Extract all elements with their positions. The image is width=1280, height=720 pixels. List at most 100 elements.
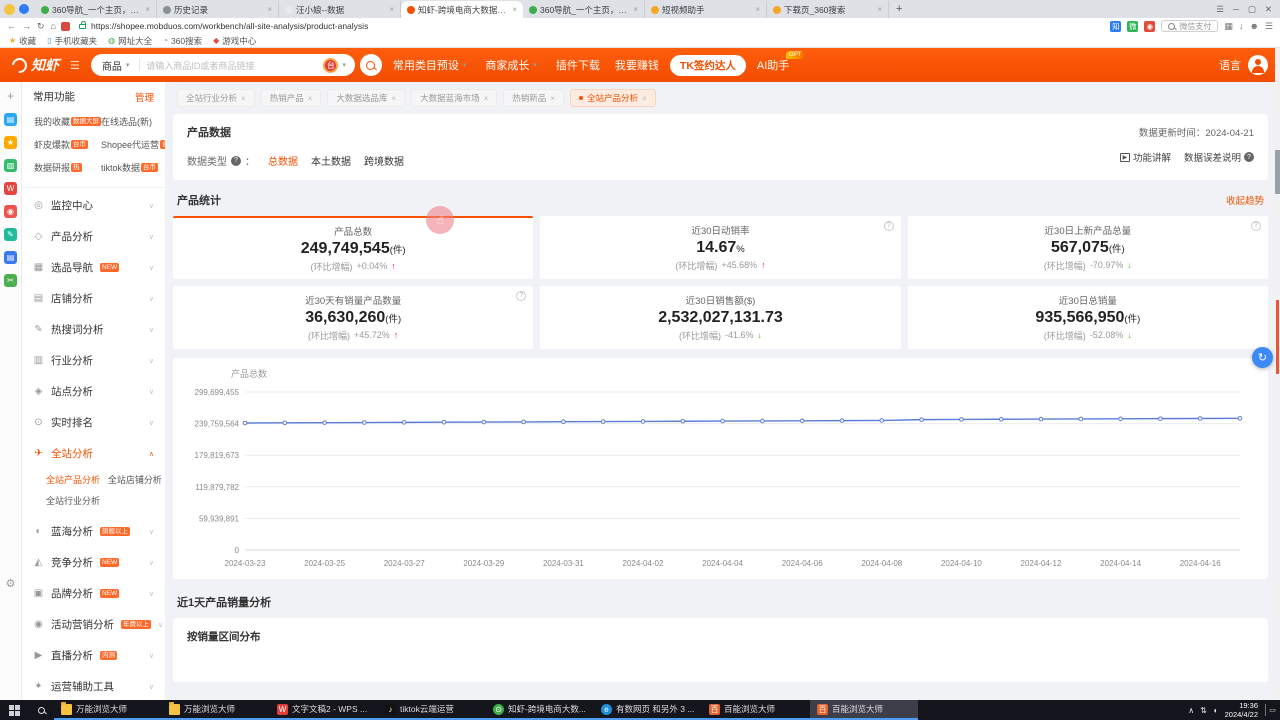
tab-close-icon[interactable]: × bbox=[267, 5, 272, 14]
sidebar-item-行业分析[interactable]: ▥行业分析∨ bbox=[22, 345, 165, 376]
tab-close-icon[interactable]: × bbox=[877, 5, 882, 14]
tab-close-icon[interactable]: × bbox=[633, 5, 638, 14]
info-icon[interactable]: ? bbox=[1251, 221, 1261, 231]
workspace-tab[interactable]: 大数据选品库× bbox=[327, 89, 405, 107]
browser-tab[interactable]: 汪小娘--数据× bbox=[279, 1, 401, 18]
menu-icon[interactable]: ☰ bbox=[1216, 4, 1224, 15]
submenu-item-全站行业分析[interactable]: 全站行业分析 bbox=[46, 490, 108, 511]
search-category-select[interactable]: 商品 bbox=[102, 58, 122, 73]
tab-close-icon[interactable]: × bbox=[484, 94, 489, 103]
panel-favorites-icon[interactable]: ★ bbox=[4, 136, 17, 149]
data-type-option[interactable]: 跨境数据 bbox=[364, 153, 404, 168]
submenu-item-全站店铺分析[interactable]: 全站店铺分析 bbox=[108, 469, 165, 490]
panel-settings-icon[interactable]: ⚙ bbox=[6, 577, 16, 590]
minimize-icon[interactable]: ─ bbox=[1233, 4, 1239, 14]
tab-close-icon[interactable]: × bbox=[755, 5, 760, 14]
sidebar-item-直播分析[interactable]: ▶直播分析内测∨ bbox=[22, 640, 165, 671]
taskbar-app-button[interactable]: ⊙知虾-跨境电商大数... bbox=[486, 700, 594, 720]
quick-link[interactable]: 虾皮爆款台币 bbox=[34, 138, 101, 151]
close-icon[interactable]: ✕ bbox=[1265, 4, 1272, 15]
panel-image-icon[interactable]: ▧ bbox=[4, 159, 17, 172]
sidebar-item-监控中心[interactable]: ◎监控中心∨ bbox=[22, 190, 165, 221]
browser-tab[interactable]: 历史记录× bbox=[157, 1, 279, 18]
panel-record-icon[interactable]: ◉ bbox=[4, 205, 17, 218]
page-scrollbar[interactable] bbox=[1275, 48, 1280, 700]
tab-close-icon[interactable]: × bbox=[512, 5, 517, 14]
panel-doc-icon[interactable]: ▤ bbox=[4, 113, 17, 126]
browser-tab[interactable]: 短视频助手× bbox=[645, 1, 767, 18]
stat-card[interactable]: 近30日动销率14.67%(环比增幅)+45.68%↑? bbox=[540, 216, 900, 279]
stat-card[interactable]: 近30日上新产品总量567,075(件)(环比增幅)-70.97%↓? bbox=[908, 216, 1268, 279]
scrollbar-thumb[interactable] bbox=[1275, 150, 1280, 194]
volume-icon[interactable]: ◖ bbox=[1213, 706, 1218, 715]
sidebar-toggle-icon[interactable]: ☰ bbox=[70, 59, 80, 72]
stat-card[interactable]: 产品总数249,749,545(件)(环比增幅)+0.04%↑ bbox=[173, 216, 533, 279]
sidebar-item-店铺分析[interactable]: ▤店铺分析∨ bbox=[22, 283, 165, 314]
bookmark-item[interactable]: ◍网址大全 bbox=[108, 35, 152, 47]
browser-profile-avatar[interactable] bbox=[4, 4, 15, 15]
taskbar-app-button[interactable]: 万能浏览大师 bbox=[54, 700, 162, 720]
notification-center-icon[interactable]: ▭ bbox=[1265, 704, 1275, 716]
record-extension-icon[interactable]: ◉ bbox=[1144, 21, 1155, 32]
quick-link[interactable]: tiktok数据台币 bbox=[101, 161, 165, 174]
panel-wps-icon[interactable]: W bbox=[4, 182, 17, 195]
panel-notes-icon[interactable]: ▤ bbox=[4, 251, 17, 264]
quick-search-box[interactable]: 微信支付 bbox=[1161, 20, 1218, 32]
info-icon[interactable]: ? bbox=[231, 156, 241, 166]
bookmark-item[interactable]: ◔360搜索 bbox=[163, 35, 202, 47]
quick-link[interactable]: 数据研报热 bbox=[34, 161, 101, 174]
new-tab-button[interactable]: + bbox=[896, 3, 902, 15]
sidebar-item-产品分析[interactable]: ◇产品分析∨ bbox=[22, 221, 165, 252]
home-icon[interactable]: ⌂ bbox=[51, 21, 56, 32]
maximize-icon[interactable]: ▢ bbox=[1248, 4, 1256, 15]
panel-clip-icon[interactable]: ✂ bbox=[4, 274, 17, 287]
floating-service-button[interactable]: ↻ bbox=[1252, 347, 1273, 368]
panel-edit-icon[interactable]: ✎ bbox=[4, 228, 17, 241]
taskbar-app-button[interactable]: e有数网页 和另外 3 ... bbox=[594, 700, 702, 720]
back-icon[interactable]: ← bbox=[7, 21, 16, 32]
tab-close-icon[interactable]: × bbox=[642, 94, 647, 103]
taskbar-app-button[interactable]: 百百能浏览大师 bbox=[702, 700, 810, 720]
sidebar-item-竞争分析[interactable]: ◭竞争分析NEW∨ bbox=[22, 547, 165, 578]
tray-expand-icon[interactable]: ∧ bbox=[1188, 706, 1194, 715]
stat-card[interactable]: 近30天有销量产品数量36,630,260(件)(环比增幅)+45.72%↑? bbox=[173, 286, 533, 349]
reload-icon[interactable]: ↻ bbox=[37, 21, 45, 32]
tab-close-icon[interactable]: × bbox=[391, 94, 396, 103]
sidebar-item-品牌分析[interactable]: ▣品牌分析NEW∨ bbox=[22, 578, 165, 609]
url-text[interactable]: https://shopee.mobduos.com/workbench/all… bbox=[91, 21, 368, 31]
sidebar-item-活动营销分析[interactable]: ◉活动营销分析年费以上∨ bbox=[22, 609, 165, 640]
language-button[interactable]: 语言 bbox=[1219, 57, 1241, 73]
workspace-tab[interactable]: 全站产品分析× bbox=[570, 89, 656, 107]
sidebar-item-选品导航[interactable]: ▦选品导航NEW∨ bbox=[22, 252, 165, 283]
taskbar-app-button[interactable]: 万能浏览大师 bbox=[162, 700, 270, 720]
taskbar-search-button[interactable] bbox=[28, 707, 54, 714]
workspace-tab[interactable]: 大数据蓝海市场× bbox=[411, 89, 497, 107]
bookmark-item[interactable]: ◆游戏中心 bbox=[213, 35, 256, 47]
header-nav-item[interactable]: 商家成长▾ bbox=[485, 57, 541, 73]
network-icon[interactable]: ⇅ bbox=[1200, 706, 1207, 715]
quick-link[interactable]: 我的收藏数据大屏 bbox=[34, 115, 101, 128]
tab-close-icon[interactable]: × bbox=[145, 5, 150, 14]
header-nav-item[interactable]: 插件下载 bbox=[556, 57, 600, 73]
browser-tab[interactable]: 360导航_一个主页，整个世界× bbox=[35, 1, 157, 18]
user-avatar[interactable] bbox=[1248, 55, 1268, 75]
site-flag-icon[interactable]: 台 bbox=[323, 58, 338, 73]
data-type-option[interactable]: 本土数据 bbox=[311, 153, 351, 168]
forward-icon[interactable]: → bbox=[22, 21, 31, 32]
browser-menu-icon[interactable]: ☰ bbox=[1265, 21, 1273, 32]
profile-icon[interactable]: ☻ bbox=[1249, 21, 1258, 31]
workspace-tab[interactable]: 热销新品× bbox=[503, 89, 564, 107]
site-app-icon[interactable] bbox=[61, 22, 70, 31]
workspace-tab[interactable]: 热销产品× bbox=[261, 89, 322, 107]
info-icon[interactable]: ? bbox=[516, 291, 526, 301]
tab-close-icon[interactable]: × bbox=[389, 5, 394, 14]
sidebar-item-全站分析[interactable]: ✈全站分析∧ bbox=[22, 438, 165, 469]
collapse-trend-link[interactable]: 收起趋势 bbox=[1226, 193, 1264, 207]
sidebar-item-运营辅助工具[interactable]: ✦运营辅助工具∨ bbox=[22, 671, 165, 700]
browser-tab[interactable]: 知虾-跨境电商大数据分析平...× bbox=[401, 1, 523, 18]
app-logo[interactable]: 知虾 bbox=[12, 55, 59, 75]
data-type-option[interactable]: 总数据 bbox=[268, 153, 298, 168]
sidebar-item-实时排名[interactable]: ⊙实时排名∨ bbox=[22, 407, 165, 438]
zhi-extension-icon[interactable]: 知 bbox=[1110, 21, 1121, 32]
bookmark-item[interactable]: ▯手机收藏夹 bbox=[47, 35, 97, 47]
